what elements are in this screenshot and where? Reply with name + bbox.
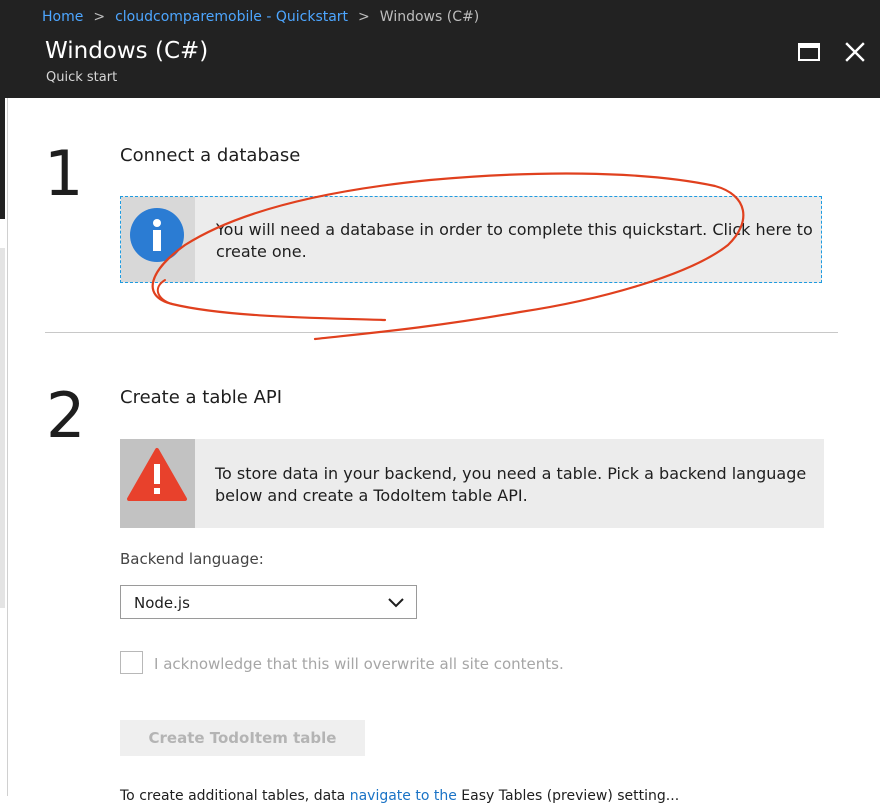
- close-button[interactable]: [843, 40, 867, 64]
- info-icon-area: [121, 197, 195, 282]
- chevron-down-icon: [388, 598, 404, 608]
- blade-subtitle: Quick start: [46, 70, 118, 85]
- table-warning-notice: To store data in your backend, you need …: [120, 439, 824, 528]
- breadcrumb-home-link[interactable]: Home: [42, 9, 83, 25]
- footer-link[interactable]: navigate to the: [350, 788, 457, 804]
- blade-header: Home > cloudcomparemobile - Quickstart >…: [0, 0, 880, 98]
- step-1-title: Connect a database: [120, 145, 301, 166]
- backend-language-select[interactable]: Node.js: [120, 585, 417, 619]
- table-warning-line-2: below and create a TodoItem table API.: [215, 486, 528, 505]
- step-1-number: 1: [44, 137, 84, 210]
- maximize-icon: [798, 43, 820, 61]
- info-icon: [130, 208, 184, 262]
- warning-icon: [127, 448, 187, 501]
- breadcrumb-separator: >: [93, 9, 106, 25]
- table-warning-text: To store data in your backend, you need …: [215, 463, 806, 507]
- footer-text-end: Easy Tables (preview) setting...: [461, 788, 680, 804]
- maximize-button[interactable]: [797, 40, 821, 64]
- breadcrumb-separator: >: [358, 9, 370, 25]
- scrollbar-thumb[interactable]: [0, 248, 5, 608]
- backend-language-value: Node.js: [134, 594, 190, 612]
- section-divider: [45, 332, 838, 333]
- table-warning-line-1: To store data in your backend, you need …: [215, 464, 807, 483]
- breadcrumb: Home > cloudcomparemobile - Quickstart >…: [42, 7, 479, 27]
- left-edge-dark: [0, 98, 5, 219]
- close-icon: [845, 42, 865, 62]
- database-notice-line-1: You will need a database in order to com…: [216, 220, 813, 239]
- left-edge: [0, 98, 8, 796]
- breadcrumb-current: Windows (C#): [379, 9, 480, 25]
- backend-language-label: Backend language:: [120, 550, 264, 568]
- blade-title: Windows (C#): [45, 38, 209, 64]
- database-notice-text: You will need a database in order to com…: [216, 219, 813, 263]
- create-database-notice[interactable]: You will need a database in order to com…: [120, 196, 822, 283]
- create-table-button[interactable]: Create TodoItem table: [120, 720, 365, 756]
- breadcrumb-quickstart-link[interactable]: cloudcomparemobile - Quickstart: [115, 9, 348, 25]
- database-notice-line-2: create one.: [216, 242, 307, 261]
- acknowledge-checkbox[interactable]: [120, 651, 143, 674]
- warning-icon-area: [120, 439, 195, 528]
- acknowledge-label: I acknowledge that this will overwrite a…: [154, 655, 564, 673]
- step-2-title: Create a table API: [120, 387, 283, 408]
- footer-note: To create additional tables, data naviga…: [120, 788, 679, 804]
- left-edge-line: [7, 98, 8, 796]
- footer-text-start: To create additional tables, data: [120, 788, 346, 804]
- step-2-number: 2: [46, 379, 86, 452]
